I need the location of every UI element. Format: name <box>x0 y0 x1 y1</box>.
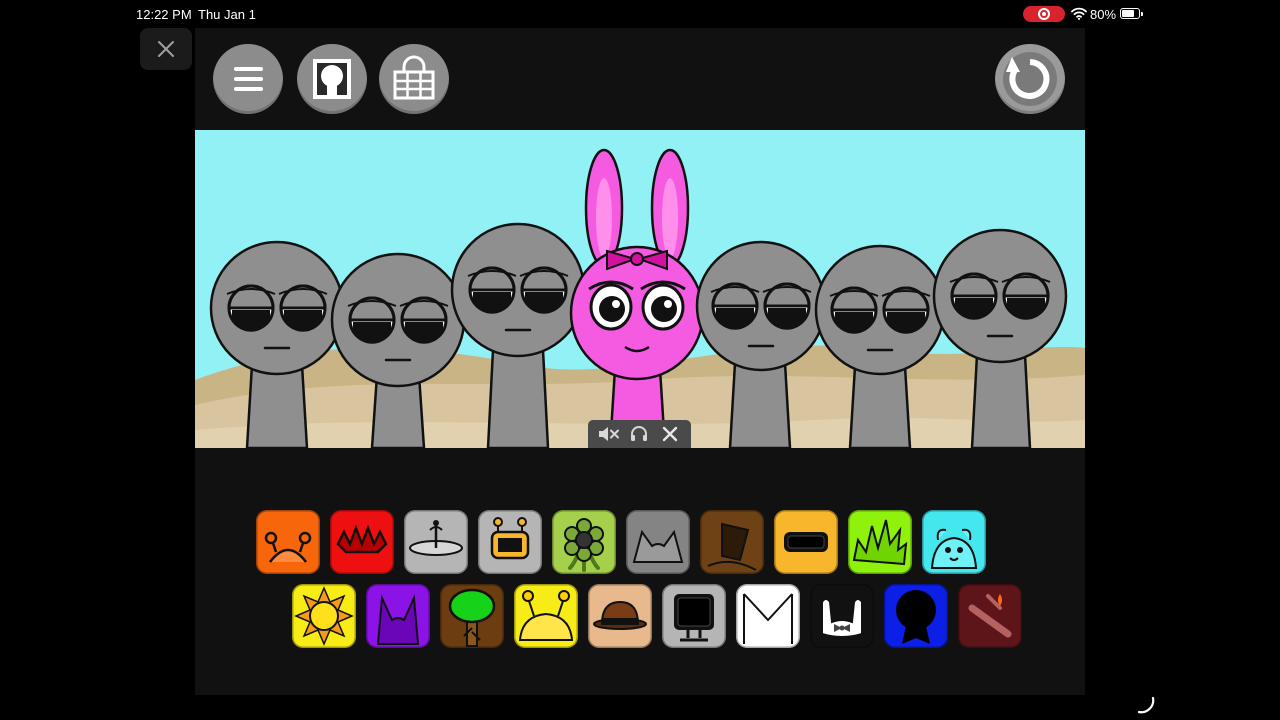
stage <box>195 130 1085 448</box>
portrait-button[interactable] <box>297 44 367 114</box>
cymbal-icon <box>409 520 463 556</box>
unlock-shop-button[interactable] <box>379 44 449 114</box>
bunny-bow-icon <box>821 598 863 638</box>
sound-tile-cymbal[interactable] <box>404 510 468 574</box>
yellow-antenna-icon <box>518 590 574 641</box>
flower-icon <box>564 518 604 572</box>
sound-tile-green-spiky-hair[interactable] <box>848 510 912 574</box>
reset-icon <box>1003 52 1057 106</box>
blue-shadow-icon <box>896 590 936 644</box>
sound-tile-envelope[interactable] <box>736 584 800 648</box>
cyan-bear-icon <box>930 528 978 569</box>
reset-button[interactable] <box>995 44 1065 114</box>
headphones-icon[interactable] <box>630 426 648 442</box>
visor-icon <box>784 532 828 552</box>
sound-tile-orange-antenna[interactable] <box>256 510 320 574</box>
mute-icon[interactable] <box>598 426 620 442</box>
close-game-button[interactable] <box>140 28 192 70</box>
wifi-icon <box>1071 7 1087 20</box>
sound-tile-blue-shadow[interactable] <box>884 584 948 648</box>
sound-tile-red-spikes[interactable] <box>330 510 394 574</box>
sun-icon <box>294 586 354 646</box>
sound-tile-yellow-antenna[interactable] <box>514 584 578 648</box>
sound-tile-computer-monitor[interactable] <box>662 584 726 648</box>
computer-monitor-icon <box>674 594 714 642</box>
red-spikes-icon <box>336 524 388 554</box>
sound-tile-visor[interactable] <box>774 510 838 574</box>
bucket-icon <box>707 522 757 571</box>
sound-tile-dark-red-torch[interactable] <box>958 584 1022 648</box>
game-area <box>195 28 1085 695</box>
sound-tile-purple-horns[interactable] <box>366 584 430 648</box>
sound-palette-row-2 <box>195 584 1085 650</box>
sound-tile-cyan-bear[interactable] <box>922 510 986 574</box>
sound-tile-flower[interactable] <box>552 510 616 574</box>
loading-spinner-icon <box>1137 696 1155 714</box>
close-icon <box>158 41 174 57</box>
sound-tile-sun[interactable] <box>292 584 356 648</box>
record-icon <box>1038 8 1050 20</box>
tree-icon <box>448 588 496 647</box>
dark-red-torch-icon <box>968 594 1012 638</box>
cat-ears-icon <box>632 529 684 563</box>
battery-percent: 80% <box>1090 7 1117 22</box>
orange-antenna-icon <box>264 531 312 563</box>
sound-tile-bucket[interactable] <box>700 510 764 574</box>
bowler-hat-icon <box>593 600 647 630</box>
envelope-icon <box>743 593 793 644</box>
battery-icon <box>1120 8 1143 19</box>
menu-button[interactable] <box>213 44 283 114</box>
sound-palette-row-1 <box>195 510 1085 576</box>
mini-control-bar <box>588 420 691 448</box>
portrait-frame-icon <box>313 59 351 99</box>
screen-recording-indicator[interactable] <box>1023 6 1065 22</box>
sound-tile-bowler-hat[interactable] <box>588 584 652 648</box>
green-spiky-hair-icon <box>852 519 908 566</box>
menu-icon <box>234 67 263 91</box>
status-date: Thu Jan 1 <box>198 7 256 22</box>
robot-screen-icon <box>490 517 530 560</box>
sound-tile-bunny-bow[interactable] <box>810 584 874 648</box>
close-icon[interactable] <box>662 426 678 442</box>
sound-tile-tree[interactable] <box>440 584 504 648</box>
unlock-shop-icon <box>393 55 435 100</box>
sound-tile-robot-screen[interactable] <box>478 510 542 574</box>
stage-scene <box>195 130 1085 448</box>
status-bar: 12:22 PM Thu Jan 1 80% <box>0 0 1280 28</box>
purple-horns-icon <box>376 594 420 645</box>
status-time: 12:22 PM <box>136 7 192 22</box>
sound-tile-cat-ears[interactable] <box>626 510 690 574</box>
